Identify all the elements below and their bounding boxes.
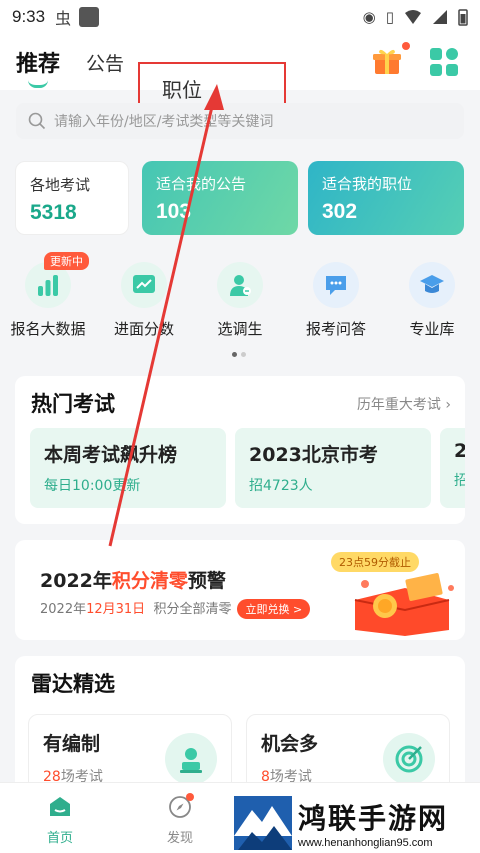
updating-badge: 更新中: [44, 252, 89, 270]
notification-square-icon: [79, 7, 100, 27]
stat-value: 5318: [30, 201, 77, 224]
top-nav: 推荐 公告 职位: [0, 34, 480, 114]
quick-link-label: 报考问答: [305, 320, 366, 338]
chat-bubble-icon: [313, 262, 359, 308]
quick-links: 更新中 报名大数据 进面分数 选调生 报考问答 专业库: [0, 252, 480, 342]
local-exams-card[interactable]: 各地考试 5318: [15, 161, 129, 235]
search-placeholder: 请输入年份/地区/考试类型等关键词: [54, 114, 274, 130]
banner-subtitle: 2022年12月31日 积分全部清零 立即兑换 >: [40, 598, 311, 619]
status-bar: 9:33 虫 ◉ ▯: [0, 0, 480, 34]
line-chart-icon: [121, 262, 167, 308]
banner-sub-post: 积分全部清零: [153, 602, 232, 617]
wifi-icon: [405, 10, 421, 24]
watermark: 鸿联手游网 www.henanhonglian95.com: [232, 792, 480, 853]
banner-title-highlight: 积分清零: [111, 570, 188, 592]
quick-link-major-library[interactable]: 专业库: [384, 262, 480, 339]
tab-recommend[interactable]: 推荐: [16, 46, 60, 88]
history-exams-link[interactable]: 历年重大考试 ›: [357, 394, 451, 414]
gift-notification-dot: [402, 42, 410, 50]
stat-value: 103: [156, 200, 192, 223]
stat-label: 适合我的公告: [156, 175, 247, 193]
section-title: 热门考试: [31, 392, 115, 416]
suited-announcements-card[interactable]: 适合我的公告 103: [142, 161, 298, 235]
stat-label: 各地考试: [30, 176, 91, 194]
link-label: 历年重大考试: [356, 397, 441, 413]
search-bar[interactable]: 请输入年份/地区/考试类型等关键词: [16, 103, 464, 139]
gift-icon[interactable]: [372, 46, 402, 76]
tab-label: 首页: [46, 831, 73, 846]
points-expiry-banner[interactable]: 2022年积分清零预警 2022年12月31日 积分全部清零 立即兑换 > 23点…: [15, 540, 465, 640]
chevron-right-icon: ›: [445, 397, 451, 413]
notification-app-icon: 虫: [55, 9, 72, 28]
tab-position-label: 职位: [162, 77, 202, 102]
banner-sub-pre: 2022年: [40, 602, 87, 617]
red-gift-box-icon: [354, 573, 454, 636]
person-swap-icon: [217, 262, 263, 308]
hot-exam-sub: 招: [454, 473, 465, 489]
target-icon: [383, 733, 435, 785]
quick-link-label: 报名大数据: [10, 320, 86, 338]
quick-link-interview-score[interactable]: 进面分数: [96, 262, 192, 339]
apps-grid-icon[interactable]: [430, 48, 458, 76]
status-time: 9:33: [12, 7, 46, 26]
hot-exam-sub: 每日10:00更新: [44, 478, 141, 494]
section-title: 雷达精选: [31, 672, 115, 696]
stat-label: 适合我的职位: [322, 175, 413, 193]
signal-icon: [433, 10, 447, 24]
hot-exam-item[interactable]: 2 招: [440, 428, 465, 508]
redeem-button[interactable]: 立即兑换 >: [237, 599, 311, 619]
location-icon: ◉: [362, 8, 376, 26]
search-icon: [28, 112, 46, 130]
person-badge-icon: [165, 733, 217, 785]
banner-title-post: 预警: [187, 570, 226, 592]
hot-exam-title: 本周考试飙升榜: [44, 444, 178, 466]
hot-exam-item[interactable]: 2023北京市考 招4723人: [235, 428, 431, 508]
quick-link-label: 专业库: [409, 320, 455, 338]
deadline-pill: 23点59分截止: [331, 552, 419, 572]
hot-exam-title: 2: [454, 440, 465, 462]
vibrate-icon: ▯: [385, 8, 394, 26]
tab-home[interactable]: 首页: [30, 795, 90, 846]
hot-exam-sub: 招4723人: [249, 478, 313, 494]
stat-value: 302: [322, 200, 358, 223]
tab-discover[interactable]: 发现: [150, 793, 210, 846]
quick-link-label: 进面分数: [113, 320, 174, 338]
battery-icon: [458, 9, 468, 26]
tab-label: 发现: [166, 831, 193, 846]
quick-link-exam-qa[interactable]: 报考问答: [288, 262, 384, 339]
graduation-cap-icon: [409, 262, 455, 308]
banner-title: 2022年积分清零预警: [40, 566, 226, 593]
quick-link-registration-data[interactable]: 更新中 报名大数据: [0, 252, 96, 339]
hot-exam-title: 2023北京市考: [249, 444, 378, 466]
home-icon: [50, 797, 70, 816]
banner-title-pre: 2022年: [40, 570, 112, 592]
hot-exam-item[interactable]: 本周考试飙升榜 每日10:00更新: [30, 428, 226, 508]
quick-link-selected-graduates[interactable]: 选调生: [192, 262, 288, 339]
suited-positions-card[interactable]: 适合我的职位 302: [308, 161, 464, 235]
banner-sub-date: 12月31日: [86, 602, 146, 617]
discover-notification-dot: [186, 793, 194, 801]
watermark-url: www.henanhonglian95.com: [298, 836, 433, 849]
hot-exams-card: 热门考试 历年重大考试 › 本周考试飙升榜 每日10:00更新 2023北京市考…: [15, 376, 465, 524]
watermark-logo-icon: [234, 795, 292, 850]
tab-announcement[interactable]: 公告: [86, 49, 124, 76]
page-indicator: [232, 352, 246, 357]
quick-link-label: 选调生: [217, 320, 263, 338]
watermark-name: 鸿联手游网: [298, 801, 449, 835]
